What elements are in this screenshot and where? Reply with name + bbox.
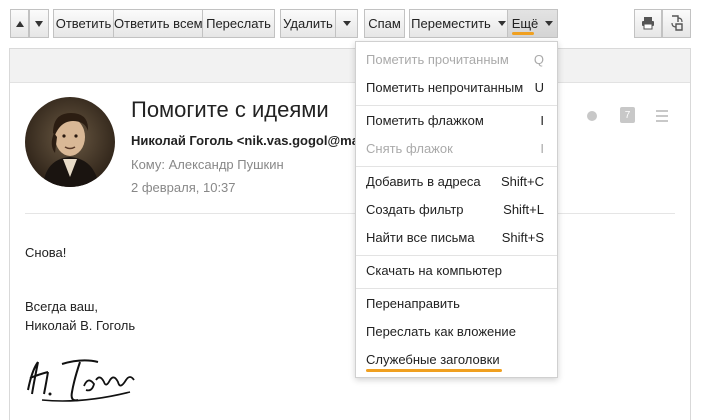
menu-separator bbox=[356, 166, 557, 167]
menu-item-shortcut: U bbox=[534, 80, 544, 95]
menu-separator bbox=[356, 105, 557, 106]
menu-item-shortcut: Shift+C bbox=[501, 174, 544, 189]
body-line-greeting: Снова! bbox=[25, 245, 67, 260]
prev-message-button[interactable] bbox=[10, 9, 29, 38]
message-subject: Помогите с идеями bbox=[131, 97, 329, 122]
menu-item-forward-attachment[interactable]: Переслать как вложение bbox=[356, 319, 557, 345]
more-dropdown-menu: Пометить прочитанным Q Пометить непрочит… bbox=[355, 41, 558, 378]
arrow-up-icon bbox=[15, 20, 24, 27]
unread-dot-icon[interactable] bbox=[587, 111, 597, 121]
menu-lines-icon[interactable] bbox=[656, 110, 668, 122]
menu-item-shortcut: Shift+L bbox=[503, 202, 544, 217]
menu-item-mark-read[interactable]: Пометить прочитанным Q bbox=[356, 47, 557, 73]
delete-options-button[interactable] bbox=[335, 9, 358, 38]
menu-item-flag[interactable]: Пометить флажком I bbox=[356, 108, 557, 134]
message-topbar bbox=[10, 49, 690, 83]
move-label: Переместить bbox=[411, 16, 491, 31]
menu-item-label: Создать фильтр bbox=[366, 202, 464, 217]
avatar[interactable] bbox=[25, 97, 115, 187]
caret-down-icon bbox=[342, 21, 351, 27]
message-date: 2 февраля, 10:37 bbox=[131, 180, 236, 195]
translate-icon bbox=[670, 15, 683, 31]
menu-item-label: Добавить в адреса bbox=[366, 174, 481, 189]
forward-label: Переслать bbox=[206, 16, 271, 31]
body-line-name: Николай В. Гоголь bbox=[25, 318, 136, 333]
menu-item-download[interactable]: Скачать на компьютер bbox=[356, 258, 557, 284]
spam-label: Спам bbox=[368, 16, 401, 31]
arrow-down-icon bbox=[35, 20, 43, 27]
menu-item-shortcut: I bbox=[540, 141, 544, 156]
delete-button[interactable]: Удалить bbox=[280, 9, 336, 38]
next-message-button[interactable] bbox=[29, 9, 49, 38]
caret-down-icon bbox=[545, 21, 554, 27]
calendar-day: 7 bbox=[624, 110, 631, 121]
menu-item-label: Переслать как вложение bbox=[366, 324, 516, 339]
more-highlight-underline bbox=[512, 32, 534, 35]
menu-item-label: Скачать на компьютер bbox=[366, 263, 502, 278]
caret-down-icon bbox=[497, 21, 506, 27]
menu-item-label: Пометить непрочитанным bbox=[366, 80, 524, 95]
message-recipient[interactable]: Кому: Александр Пушкин bbox=[131, 157, 284, 172]
reply-button[interactable]: Ответить bbox=[53, 9, 114, 38]
menu-item-label: Пометить флажком bbox=[366, 113, 484, 128]
menu-separator bbox=[356, 255, 557, 256]
avatar-portrait-icon bbox=[25, 97, 115, 187]
header-divider bbox=[25, 213, 675, 214]
menu-item-shortcut: I bbox=[540, 113, 544, 128]
headers-highlight-underline bbox=[366, 369, 502, 372]
print-button[interactable] bbox=[634, 9, 662, 38]
handwritten-signature bbox=[27, 359, 135, 402]
reply-label: Ответить bbox=[55, 16, 112, 31]
menu-item-unflag[interactable]: Снять флажок I bbox=[356, 136, 557, 162]
menu-item-add-contact[interactable]: Добавить в адреса Shift+C bbox=[356, 169, 557, 195]
reply-all-label: Ответить всем bbox=[114, 16, 203, 31]
spam-button[interactable]: Спам bbox=[364, 9, 405, 38]
menu-separator bbox=[356, 288, 557, 289]
menu-item-shortcut: Shift+S bbox=[501, 230, 544, 245]
menu-item-redirect[interactable]: Перенаправить bbox=[356, 291, 557, 317]
move-button[interactable]: Переместить bbox=[409, 9, 508, 38]
body-line-closing: Всегда ваш, bbox=[25, 299, 99, 314]
menu-item-create-filter[interactable]: Создать фильтр Shift+L bbox=[356, 197, 557, 223]
translate-button[interactable] bbox=[662, 9, 691, 38]
message-sender[interactable]: Николай Гоголь <nik.vas.gogol@mail.ru> bbox=[131, 133, 356, 148]
menu-item-find-all[interactable]: Найти все письма Shift+S bbox=[356, 225, 557, 251]
menu-item-label: Перенаправить bbox=[366, 296, 460, 311]
print-icon bbox=[642, 17, 654, 30]
delete-label: Удалить bbox=[283, 16, 333, 31]
menu-item-label: Найти все письма bbox=[366, 230, 475, 245]
calendar-icon[interactable]: 7 bbox=[620, 107, 635, 123]
forward-button[interactable]: Переслать bbox=[202, 9, 275, 38]
menu-item-label: Снять флажок bbox=[366, 141, 453, 156]
menu-item-label: Пометить прочитанным bbox=[366, 52, 509, 67]
menu-item-shortcut: Q bbox=[533, 52, 544, 67]
menu-item-mark-unread[interactable]: Пометить непрочитанным U bbox=[356, 75, 557, 101]
reply-all-button[interactable]: Ответить всем bbox=[113, 9, 203, 38]
